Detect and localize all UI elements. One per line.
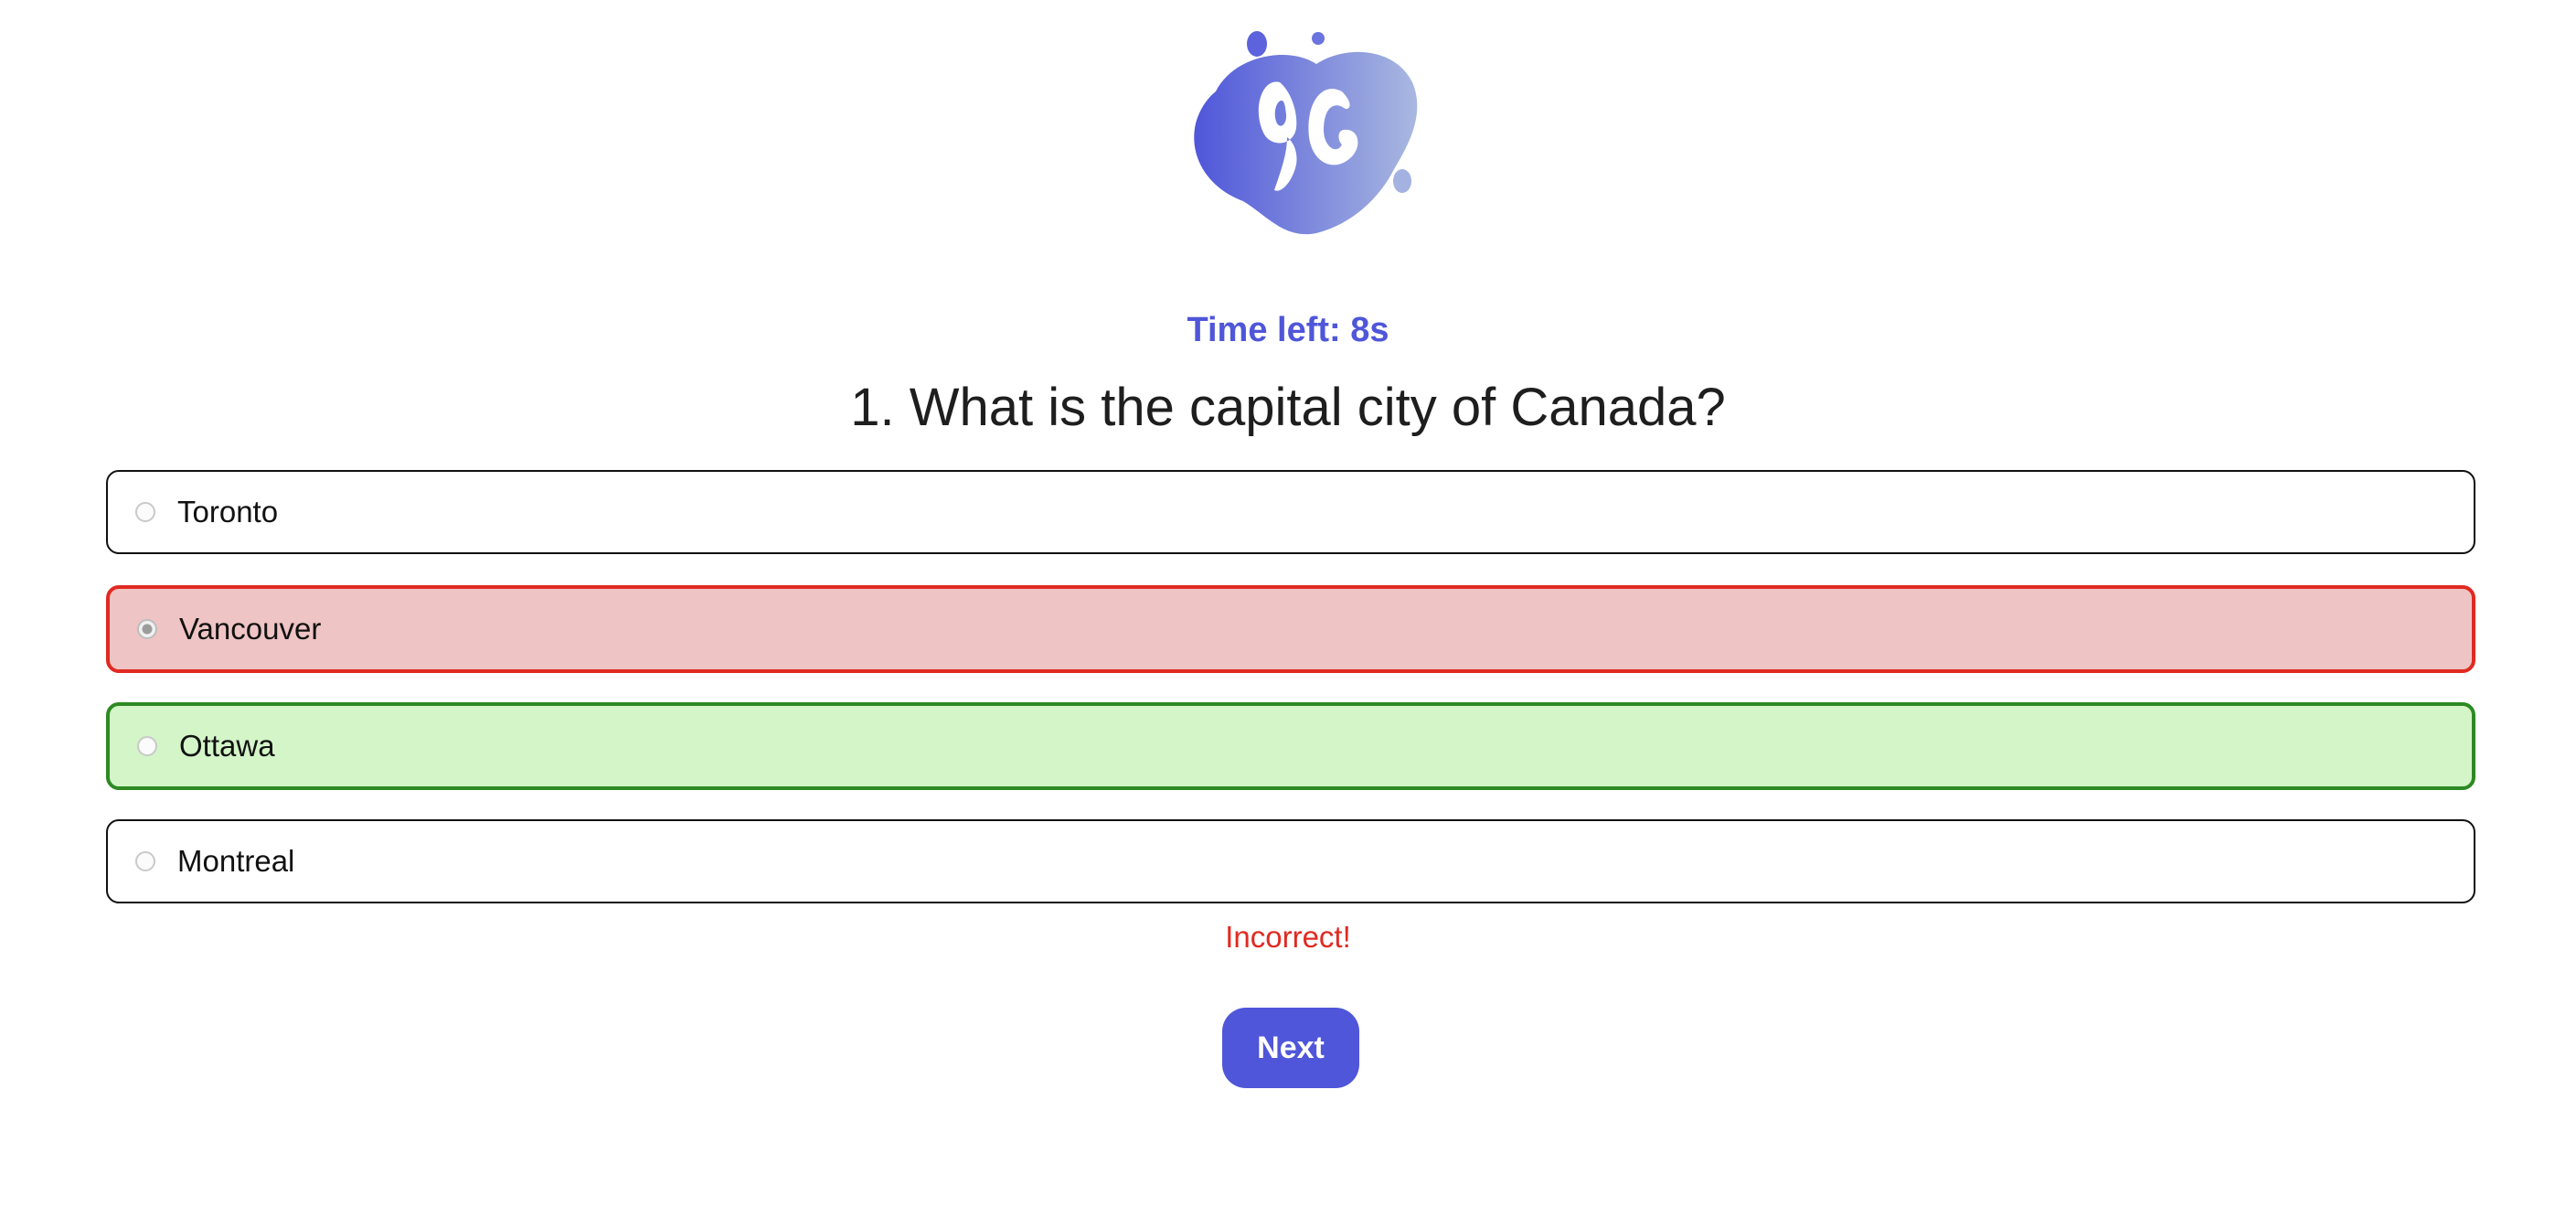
option-montreal[interactable]: Montreal — [106, 819, 2475, 903]
quiz-page: Time left: 8s 1. What is the capital cit… — [0, 0, 2576, 1207]
option-label: Montreal — [177, 844, 295, 878]
radio-icon[interactable] — [137, 736, 157, 756]
radio-icon[interactable] — [135, 502, 155, 522]
option-label: Ottawa — [179, 729, 275, 763]
question-title: 1. What is the capital city of Canada? — [850, 378, 1726, 437]
option-toronto[interactable]: Toronto — [106, 470, 2475, 554]
option-vancouver[interactable]: Vancouver — [106, 585, 2475, 673]
option-label: Vancouver — [179, 612, 322, 646]
next-button[interactable]: Next — [1222, 1008, 1359, 1088]
option-label: Toronto — [177, 495, 279, 529]
radio-icon[interactable] — [135, 851, 155, 871]
timer-text: Time left: 8s — [1187, 311, 1389, 349]
radio-checked-icon[interactable] — [137, 619, 157, 639]
blob-logo-icon — [1194, 31, 1418, 235]
option-ottawa[interactable]: Ottawa — [106, 702, 2475, 790]
answer-options: Toronto Vancouver Ottawa Montreal — [106, 470, 2475, 935]
feedback-text: Incorrect! — [1225, 920, 1351, 954]
